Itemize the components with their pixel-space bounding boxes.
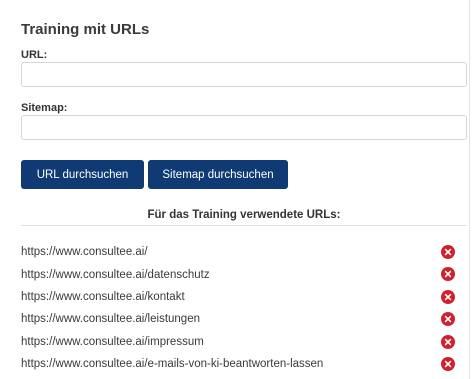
remove-url-icon[interactable] <box>441 312 455 327</box>
url-list-item: https://www.consultee.ai/impressum <box>21 331 467 353</box>
url-label: URL: <box>21 49 48 61</box>
sitemap-input[interactable] <box>21 115 467 140</box>
training-urls-panel: Training mit URLs URL: Sitemap: URL durc… <box>0 0 470 379</box>
url-item-text: https://www.consultee.ai/kontakt <box>21 290 185 303</box>
panel-title: Training mit URLs <box>21 21 150 38</box>
url-item-text: https://www.consultee.ai/datenschutz <box>21 268 210 281</box>
url-list-item: https://www.consultee.ai/kontakt <box>21 286 467 308</box>
url-item-text: https://www.consultee.ai/leistungen <box>21 313 200 326</box>
remove-url-icon[interactable] <box>441 289 455 304</box>
search-url-button[interactable]: URL durchsuchen <box>21 160 144 189</box>
url-list-item: https://www.consultee.ai/e-mails-von-ki-… <box>21 353 467 375</box>
sitemap-label: Sitemap: <box>21 102 68 114</box>
url-item-text: https://www.consultee.ai/e-mails-von-ki-… <box>21 358 324 371</box>
remove-url-icon[interactable] <box>441 245 455 259</box>
remove-url-icon[interactable] <box>441 356 455 371</box>
search-sitemap-button[interactable]: Sitemap durchsuchen <box>148 160 288 189</box>
used-urls-list: https://www.consultee.ai/ https://www.co… <box>21 241 467 375</box>
url-item-text: https://www.consultee.ai/impressum <box>21 335 204 348</box>
url-list-item: https://www.consultee.ai/datenschutz <box>21 263 467 285</box>
url-list-item: https://www.consultee.ai/ <box>21 241 467 263</box>
remove-url-icon[interactable] <box>441 334 455 349</box>
url-item-text: https://www.consultee.ai/ <box>21 246 148 259</box>
url-input[interactable] <box>21 62 467 87</box>
url-list-item: https://www.consultee.ai/leistungen <box>21 308 467 330</box>
used-urls-heading: Für das Training verwendete URLs: <box>147 209 341 221</box>
remove-url-icon[interactable] <box>441 267 455 282</box>
section-divider <box>21 225 467 226</box>
